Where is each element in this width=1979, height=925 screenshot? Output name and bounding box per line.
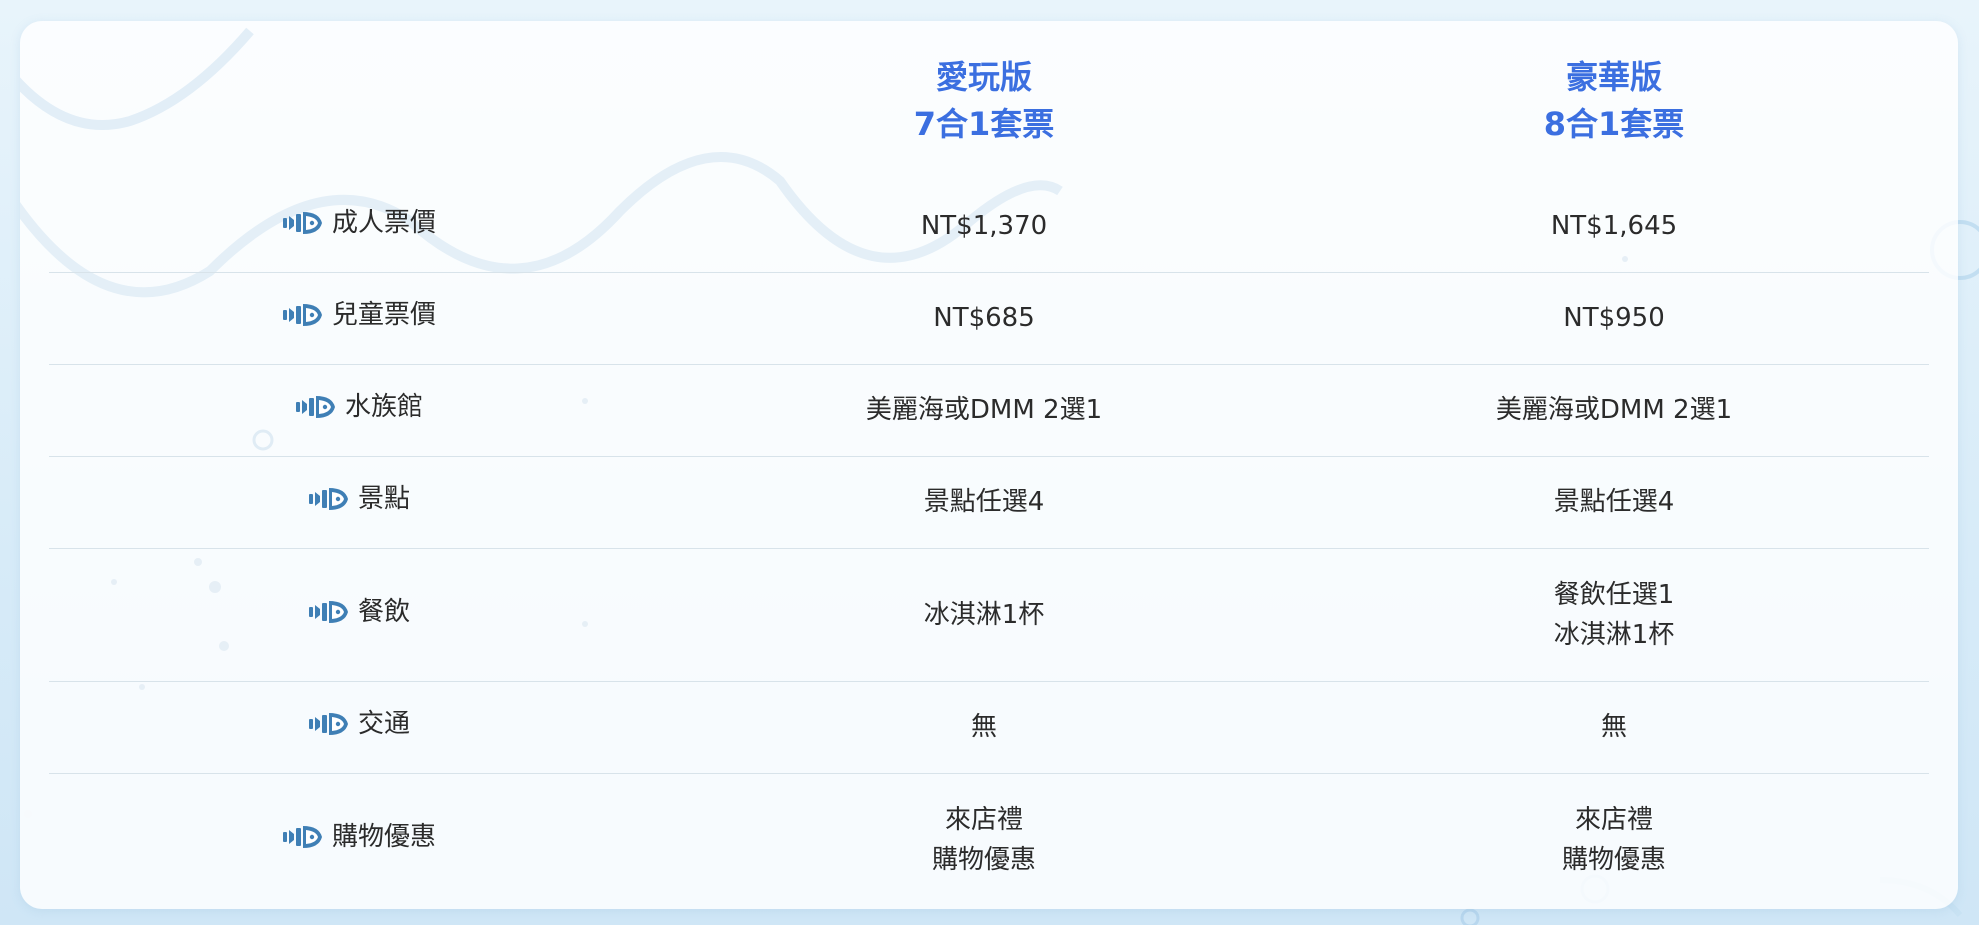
row-label: 兒童票價	[282, 295, 436, 335]
cell-value: 餐飲任選1	[1553, 579, 1675, 610]
cell-value: NT$950	[1563, 303, 1665, 333]
table-row: 餐飲 冰淇淋1杯 餐飲任選1 冰淇淋1杯	[49, 548, 1929, 681]
table-row: 購物優惠 來店禮 購物優惠 來店禮 購物優惠	[49, 773, 1929, 906]
cell-value: 無	[970, 712, 997, 742]
fish-icon	[282, 209, 324, 237]
table-row: 水族館 美麗海或DMM 2選1 美麗海或DMM 2選1	[49, 364, 1929, 456]
table-row: 景點 景點任選4 景點任選4	[49, 456, 1929, 548]
fish-icon	[295, 393, 337, 421]
cell-value: 購物優惠	[1561, 844, 1666, 875]
cell-value: 冰淇淋1杯	[1553, 619, 1675, 650]
plan-subtitle: 7合1套票	[913, 104, 1055, 143]
row-label-text: 餐飲	[357, 596, 410, 627]
row-label: 水族館	[295, 387, 423, 427]
cell-value: 美麗海或DMM 2選1	[865, 395, 1103, 425]
row-label-text: 兒童票價	[331, 300, 436, 330]
value-cell-fun: 來店禮 購物優惠	[669, 773, 1299, 906]
value-cell-fun: NT$685	[669, 272, 1299, 364]
comparison-card: 愛玩版 7合1套票 豪華版 8合1套票 成人票價 NT$1,370 NT$1,645…	[20, 21, 1958, 909]
row-label: 購物優惠	[282, 817, 436, 857]
cell-value: 來店禮	[1574, 804, 1653, 835]
table-row: 交通 無 無	[49, 681, 1929, 773]
row-label: 景點	[308, 479, 410, 519]
value-cell-deluxe: 餐飲任選1 冰淇淋1杯	[1299, 548, 1929, 681]
row-label-text: 購物優惠	[331, 821, 436, 852]
value-cell-deluxe: 來店禮 購物優惠	[1299, 773, 1929, 906]
value-cell-deluxe: NT$1,645	[1299, 180, 1929, 272]
cell-value: NT$685	[933, 303, 1035, 333]
cell-value: NT$1,645	[1550, 210, 1678, 241]
row-label: 成人票價	[282, 203, 436, 243]
row-label-cell: 購物優惠	[49, 773, 669, 906]
row-label-cell: 景點	[49, 456, 669, 548]
value-cell-fun: 冰淇淋1杯	[669, 548, 1299, 681]
value-cell-fun: 美麗海或DMM 2選1	[669, 364, 1299, 456]
table-row: 成人票價 NT$1,370 NT$1,645	[49, 180, 1929, 272]
header-empty-cell	[49, 21, 669, 180]
package-comparison-table: 愛玩版 7合1套票 豪華版 8合1套票 成人票價 NT$1,370 NT$1,645…	[49, 21, 1929, 906]
row-label-cell: 成人票價	[49, 180, 669, 272]
fish-icon	[308, 598, 350, 626]
cell-value: NT$1,370	[920, 210, 1048, 241]
cell-value: 冰淇淋1杯	[923, 599, 1045, 630]
fish-icon	[282, 301, 324, 329]
row-label: 餐飲	[308, 592, 410, 632]
row-label-cell: 水族館	[49, 364, 669, 456]
cell-value: 來店禮	[944, 804, 1023, 835]
value-cell-fun: 無	[669, 681, 1299, 773]
cell-value: 美麗海或DMM 2選1	[1495, 395, 1733, 425]
cell-value: 購物優惠	[931, 844, 1036, 875]
cell-value: 無	[1600, 712, 1627, 742]
row-label-text: 成人票價	[331, 207, 436, 238]
row-label: 交通	[308, 704, 410, 744]
plan-name: 愛玩版	[935, 57, 1032, 96]
row-label-text: 交通	[357, 709, 410, 739]
row-label-cell: 兒童票價	[49, 272, 669, 364]
fish-icon	[308, 485, 350, 513]
cell-value: 景點任選4	[923, 487, 1045, 517]
plan-subtitle: 8合1套票	[1543, 104, 1685, 143]
fish-icon	[308, 710, 350, 738]
value-cell-deluxe: 景點任選4	[1299, 456, 1929, 548]
plan-header-deluxe: 豪華版 8合1套票	[1299, 21, 1929, 180]
value-cell-fun: NT$1,370	[669, 180, 1299, 272]
value-cell-deluxe: 美麗海或DMM 2選1	[1299, 364, 1929, 456]
row-label-cell: 交通	[49, 681, 669, 773]
table-header-row: 愛玩版 7合1套票 豪華版 8合1套票	[49, 21, 1929, 180]
plan-header-fun: 愛玩版 7合1套票	[669, 21, 1299, 180]
fish-icon	[282, 823, 324, 851]
cell-value: 景點任選4	[1553, 487, 1675, 517]
row-label-text: 景點	[357, 484, 410, 514]
value-cell-fun: 景點任選4	[669, 456, 1299, 548]
value-cell-deluxe: NT$950	[1299, 272, 1929, 364]
plan-name: 豪華版	[1565, 57, 1662, 96]
row-label-text: 水族館	[344, 392, 423, 422]
row-label-cell: 餐飲	[49, 548, 669, 681]
table-row: 兒童票價 NT$685 NT$950	[49, 272, 1929, 364]
value-cell-deluxe: 無	[1299, 681, 1929, 773]
